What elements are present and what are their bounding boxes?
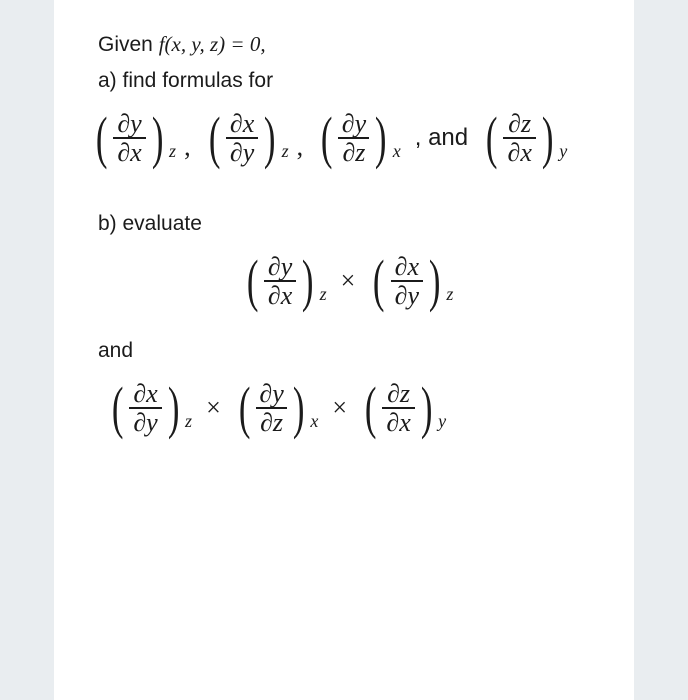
left-paren: ( (208, 112, 220, 164)
right-paren: ) (293, 382, 305, 434)
times-icon: × (332, 393, 347, 423)
partial-derivative: (∂z∂x)y (361, 380, 446, 437)
and-label: and (98, 337, 598, 365)
held-constant-subscript: z (185, 411, 192, 432)
partial-derivative: (∂x∂y)z (205, 110, 289, 167)
held-constant-subscript: z (320, 284, 327, 305)
denominator: ∂x (113, 137, 145, 166)
partial-derivative: (∂x∂y)z (108, 380, 192, 437)
numerator: ∂y (115, 110, 143, 137)
given-line: Given f(x, y, z) = 0, (98, 30, 598, 59)
held-constant-subscript: z (169, 141, 176, 162)
left-paren: ( (365, 382, 377, 434)
left-paren: ( (321, 112, 333, 164)
right-paren: ) (264, 112, 276, 164)
left-paren: ( (239, 382, 251, 434)
left-paren: ( (96, 112, 108, 164)
denominator: ∂x (503, 137, 535, 166)
left-paren: ( (112, 382, 124, 434)
fraction: ∂y∂x (262, 253, 298, 310)
numerator: ∂z (385, 380, 412, 407)
held-constant-subscript: y (559, 141, 567, 162)
partial-derivative: (∂y∂x)z (92, 110, 176, 167)
right-paren: ) (168, 382, 180, 434)
denominator: ∂y (129, 407, 161, 436)
partial-derivative: (∂z∂x)y (482, 110, 567, 167)
denominator: ∂x (382, 407, 414, 436)
right-paren: ) (152, 112, 164, 164)
product-b2: (∂x∂y)z×(∂y∂z)x×(∂z∂x)y (108, 380, 598, 437)
right-paren: ) (429, 255, 441, 307)
left-paren: ( (246, 255, 258, 307)
given-prefix: Given (98, 33, 159, 56)
denominator: ∂z (256, 407, 287, 436)
right-paren: ) (421, 382, 433, 434)
product-b1: (∂y∂x)z×(∂x∂y)z (98, 253, 598, 310)
times-icon: × (206, 393, 221, 423)
denominator: ∂y (391, 280, 423, 309)
times-icon: × (341, 266, 356, 296)
fraction: ∂x∂y (127, 380, 163, 437)
fraction: ∂y∂z (254, 380, 289, 437)
denominator: ∂z (338, 137, 369, 166)
partial-derivative: (∂y∂z)x (317, 110, 401, 167)
right-paren: ) (542, 112, 554, 164)
given-function: f(x, y, z) = 0, (159, 32, 266, 56)
separator-comma: , (297, 132, 304, 162)
numerator: ∂y (340, 110, 368, 137)
fraction: ∂z∂x (380, 380, 416, 437)
part-b-text: b) evaluate (98, 210, 598, 238)
left-paren: ( (486, 112, 498, 164)
partial-derivative: (∂y∂z)x (235, 380, 319, 437)
held-constant-subscript: y (438, 411, 446, 432)
right-paren: ) (375, 112, 387, 164)
fraction: ∂x∂y (389, 253, 425, 310)
numerator: ∂z (506, 110, 533, 137)
right-paren: ) (302, 255, 314, 307)
problem-card: Given f(x, y, z) = 0, a) find formulas f… (54, 0, 634, 700)
fraction: ∂x∂y (224, 110, 260, 167)
numerator: ∂x (131, 380, 159, 407)
fraction: ∂y∂z (336, 110, 371, 167)
denominator: ∂y (226, 137, 258, 166)
left-paren: ( (373, 255, 385, 307)
held-constant-subscript: x (310, 411, 318, 432)
partial-list-a: (∂y∂x)z,(∂x∂y)z,(∂y∂z)x, and(∂z∂x)y (92, 110, 598, 167)
fraction: ∂z∂x (501, 110, 537, 167)
partial-derivative: (∂x∂y)z (369, 253, 453, 310)
separator-comma: , (184, 132, 191, 162)
separator-and: , and (415, 124, 468, 152)
numerator: ∂x (228, 110, 256, 137)
numerator: ∂y (257, 380, 285, 407)
held-constant-subscript: z (446, 284, 453, 305)
held-constant-subscript: x (393, 141, 401, 162)
held-constant-subscript: z (282, 141, 289, 162)
numerator: ∂y (266, 253, 294, 280)
part-a-text: a) find formulas for (98, 67, 598, 95)
numerator: ∂x (393, 253, 421, 280)
partial-derivative: (∂y∂x)z (243, 253, 327, 310)
denominator: ∂x (264, 280, 296, 309)
fraction: ∂y∂x (111, 110, 147, 167)
